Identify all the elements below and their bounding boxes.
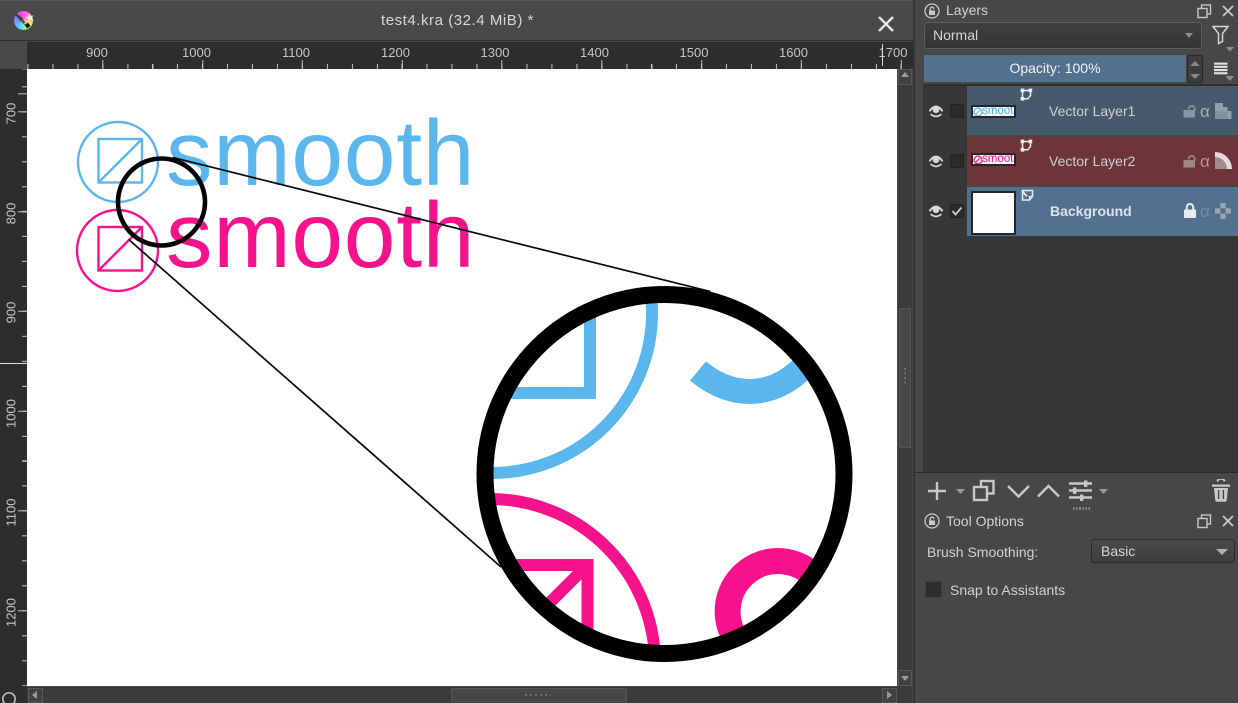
svg-text:smooth: smooth xyxy=(166,183,475,287)
